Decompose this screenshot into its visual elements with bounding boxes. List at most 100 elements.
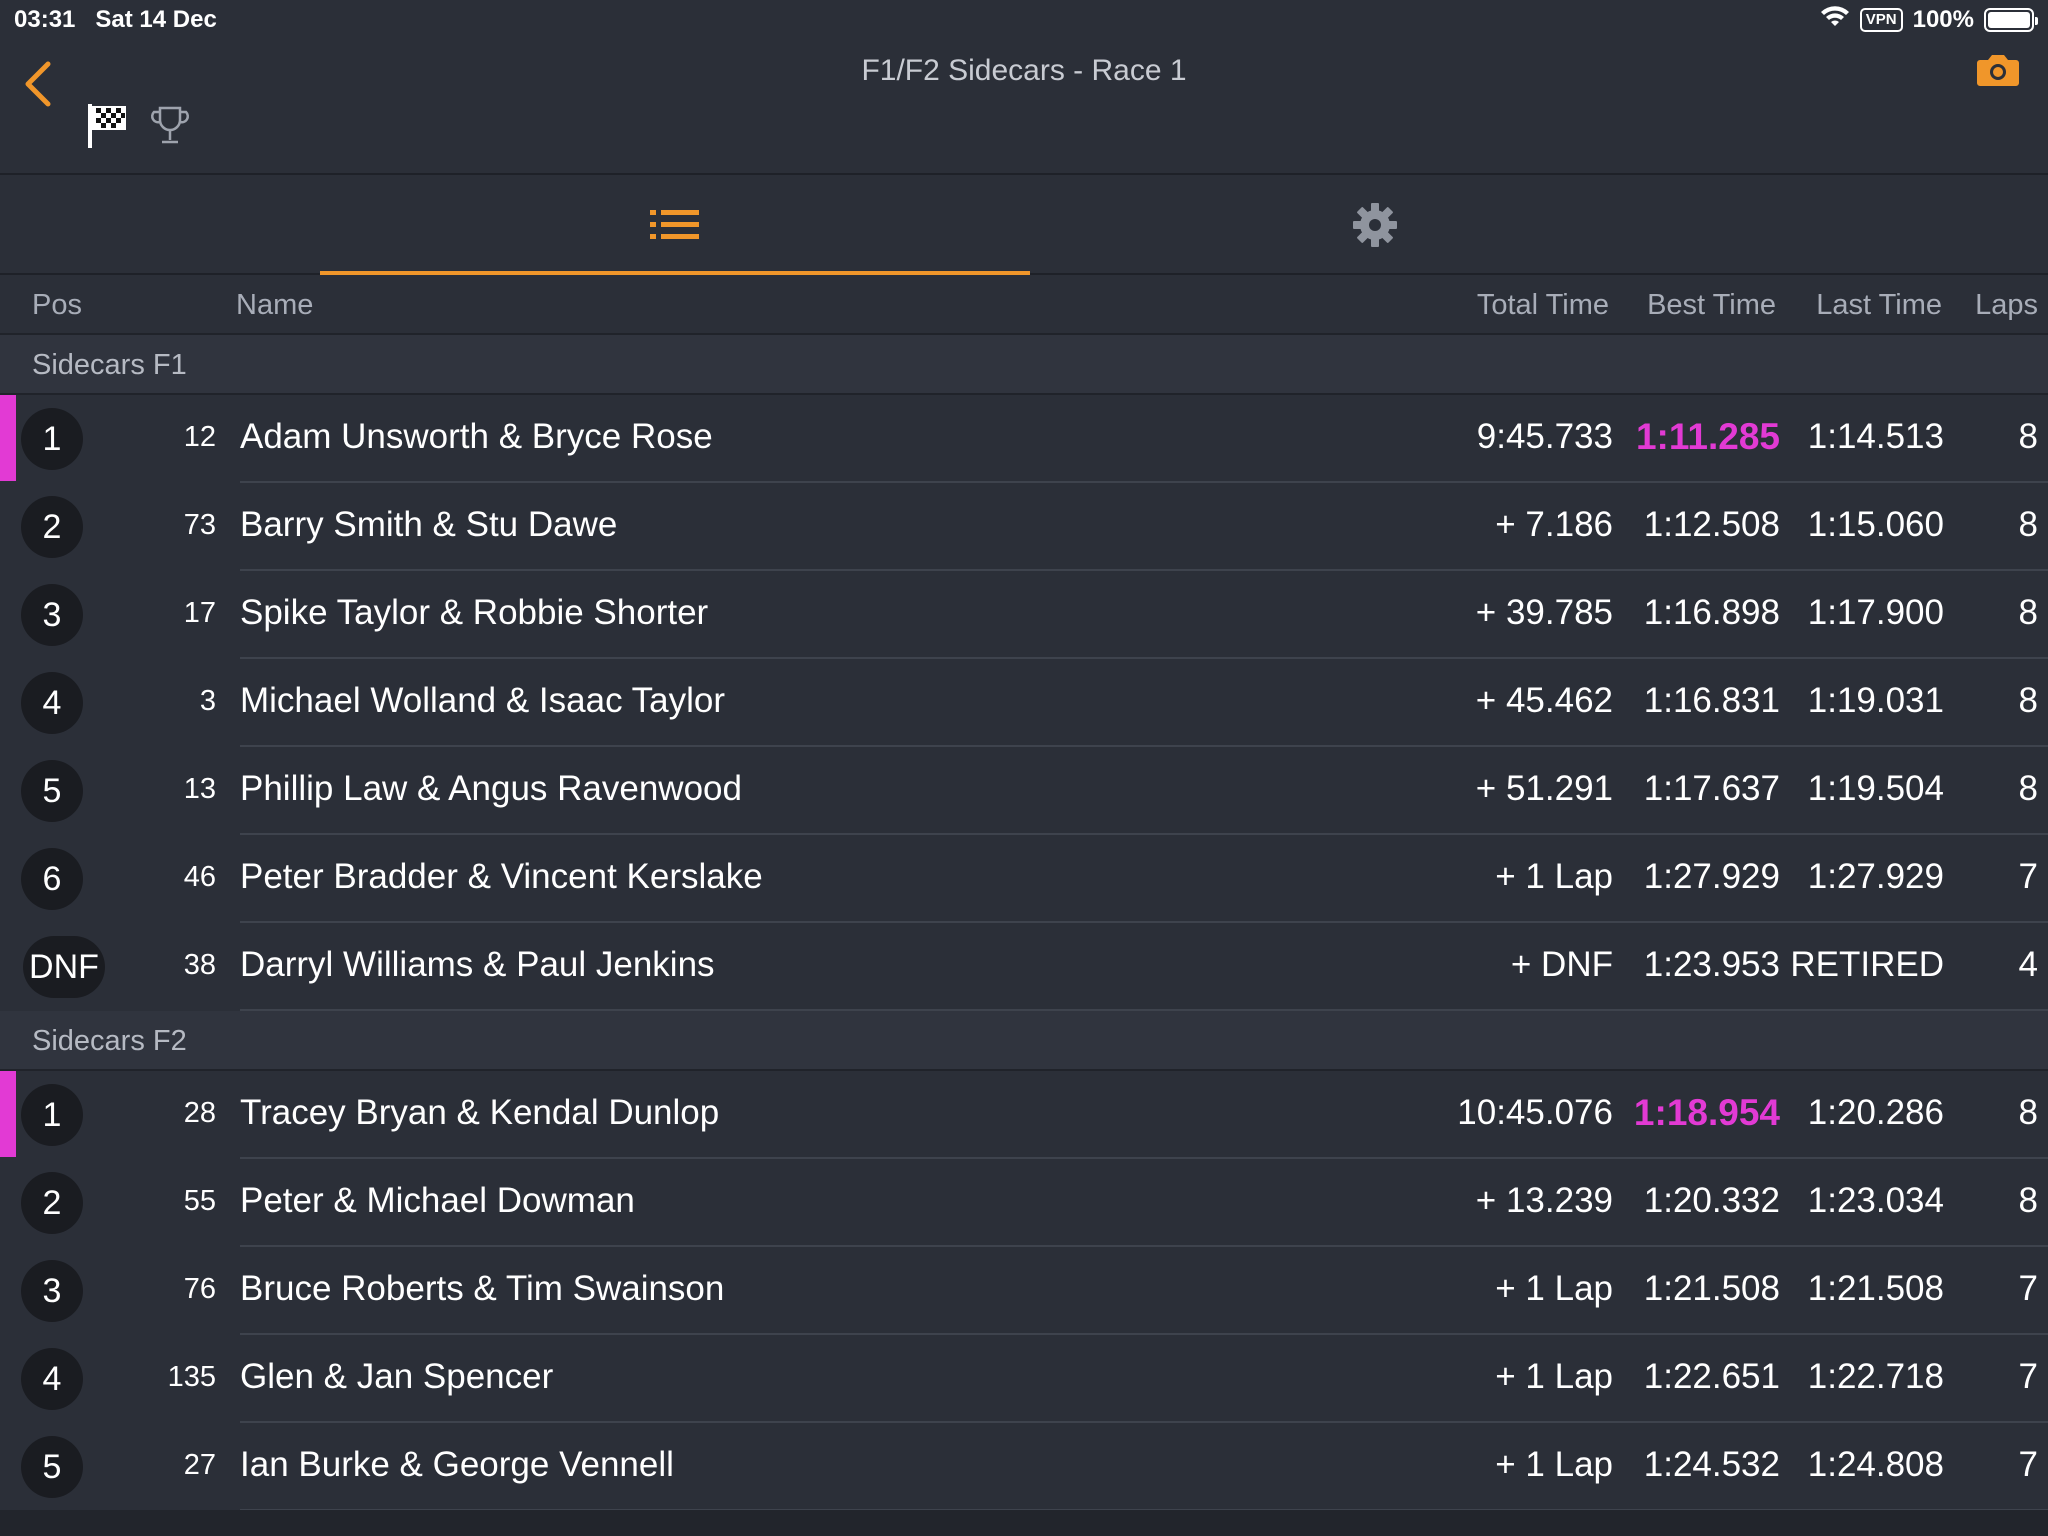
table-row[interactable]: 5 27 Ian Burke & George Vennell + 1 Lap 1:24… — [0, 1423, 2048, 1511]
rider-names: Spike Taylor & Robbie Shorter — [240, 593, 709, 632]
race-number: 46 — [183, 861, 216, 893]
list-icon — [650, 210, 699, 239]
rider-names: Michael Wolland & Isaac Taylor — [240, 681, 726, 720]
checkered-flag-icon[interactable] — [86, 102, 130, 155]
best-time: 1:12.508 — [1643, 505, 1780, 544]
position-badge: DNF — [23, 936, 105, 998]
rider-names: Bruce Roberts & Tim Swainson — [240, 1269, 725, 1308]
battery-percent: 100% — [1912, 5, 1974, 33]
rider-names: Darryl Williams & Paul Jenkins — [240, 945, 715, 984]
position-badge: 4 — [21, 672, 83, 734]
total-time: + DNF — [1510, 945, 1613, 984]
date: Sat 14 Dec — [95, 6, 217, 33]
last-time: 1:21.508 — [1807, 1269, 1944, 1308]
position-badge: 3 — [21, 1260, 83, 1322]
col-last-time: Last Time — [1816, 289, 1942, 321]
laps-count: 8 — [2018, 593, 2038, 632]
laps-count: 8 — [2018, 505, 2038, 544]
rider-names: Glen & Jan Spencer — [240, 1357, 554, 1396]
trophy-icon[interactable] — [150, 104, 190, 153]
best-time: 1:22.651 — [1643, 1357, 1780, 1396]
laps-count: 7 — [2018, 857, 2038, 896]
total-time: + 1 Lap — [1495, 857, 1613, 896]
table-row[interactable]: 4 135 Glen & Jan Spencer + 1 Lap 1:22.651 1:2… — [0, 1335, 2048, 1423]
race-number: 17 — [183, 597, 216, 629]
table-row[interactable]: DNF 38 Darryl Williams & Paul Jenkins + DNF… — [0, 923, 2048, 1011]
table-row[interactable]: 3 17 Spike Taylor & Robbie Shorter + 39.785… — [0, 571, 2048, 659]
total-time: + 1 Lap — [1495, 1357, 1613, 1396]
rider-names: Peter Bradder & Vincent Kerslake — [240, 857, 763, 896]
status-bar: 03:31 Sat 14 Dec VPN 100% — [0, 0, 2048, 40]
total-time: + 1 Lap — [1495, 1269, 1613, 1308]
total-time: + 7.186 — [1495, 505, 1613, 544]
race-number: 28 — [183, 1097, 216, 1129]
laps-count: 8 — [2018, 1093, 2038, 1132]
total-time: + 1 Lap — [1495, 1445, 1613, 1484]
last-time: 1:19.031 — [1807, 681, 1944, 720]
table-header: Pos Name Total Time Best Time Last Time … — [0, 275, 2048, 335]
tab-results-list[interactable] — [320, 175, 1030, 275]
results-table: Pos Name Total Time Best Time Last Time … — [0, 275, 2048, 1511]
last-time: 1:22.718 — [1807, 1357, 1944, 1396]
table-row[interactable]: 2 73 Barry Smith & Stu Dawe + 7.186 1:12.508… — [0, 483, 2048, 571]
col-pos: Pos — [32, 289, 82, 321]
gear-icon — [1353, 203, 1397, 247]
table-row[interactable]: 5 13 Phillip Law & Angus Ravenwood + 51.291… — [0, 747, 2048, 835]
class-leader-marker — [0, 1071, 16, 1157]
table-row[interactable]: 1 12 Adam Unsworth & Bryce Rose 9:45.733 1:1… — [0, 395, 2048, 483]
best-time: 1:23.953 — [1643, 945, 1780, 984]
laps-count: 7 — [2018, 1269, 2038, 1308]
col-best-time: Best Time — [1647, 289, 1776, 321]
page-title: F1/F2 Sidecars - Race 1 — [861, 54, 1187, 87]
position-badge: 5 — [21, 1436, 83, 1498]
laps-count: 4 — [2018, 945, 2038, 984]
last-time: 1:15.060 — [1807, 505, 1944, 544]
best-time: 1:18.954 — [1633, 1092, 1780, 1133]
best-time: 1:20.332 — [1643, 1181, 1780, 1220]
position-badge: 4 — [21, 1348, 83, 1410]
table-row[interactable]: 3 76 Bruce Roberts & Tim Swainson + 1 Lap 1:… — [0, 1247, 2048, 1335]
table-row[interactable]: 4 3 Michael Wolland & Isaac Taylor + 45.462… — [0, 659, 2048, 747]
best-time: 1:16.831 — [1643, 681, 1780, 720]
race-number: 38 — [183, 949, 216, 981]
best-time: 1:21.508 — [1643, 1269, 1780, 1308]
tab-settings[interactable] — [1090, 175, 1660, 275]
rider-names: Ian Burke & George Vennell — [240, 1445, 674, 1484]
race-number: 13 — [183, 773, 216, 805]
table-row[interactable]: 2 55 Peter & Michael Dowman + 13.239 1:20.33… — [0, 1159, 2048, 1247]
position-badge: 3 — [21, 584, 83, 646]
position-badge: 2 — [21, 496, 83, 558]
race-number: 27 — [183, 1449, 216, 1481]
camera-button[interactable] — [1976, 52, 2020, 93]
table-row[interactable]: 1 28 Tracey Bryan & Kendal Dunlop 10:45.076… — [0, 1071, 2048, 1159]
laps-count: 8 — [2018, 769, 2038, 808]
rider-names: Peter & Michael Dowman — [240, 1181, 635, 1220]
status-time: 03:31 Sat 14 Dec — [14, 6, 217, 34]
col-laps: Laps — [1975, 289, 2038, 321]
best-time: 1:16.898 — [1643, 593, 1780, 632]
best-time: 1:11.285 — [1635, 416, 1780, 457]
group-header: Sidecars F1 — [0, 335, 2048, 395]
rider-names: Tracey Bryan & Kendal Dunlop — [240, 1093, 720, 1132]
col-total-time: Total Time — [1476, 289, 1609, 321]
total-time: + 39.785 — [1475, 593, 1613, 632]
position-badge: 1 — [21, 1084, 83, 1146]
total-time: + 45.462 — [1475, 681, 1613, 720]
position-badge: 1 — [21, 408, 83, 470]
table-row[interactable]: 6 46 Peter Bradder & Vincent Kerslake + 1 L… — [0, 835, 2048, 923]
race-number: 76 — [183, 1273, 216, 1305]
bottom-edge — [0, 1510, 2048, 1536]
position-badge: 2 — [21, 1172, 83, 1234]
laps-count: 7 — [2018, 1357, 2038, 1396]
status-indicators: VPN 100% — [1820, 4, 2038, 35]
laps-count: 8 — [2018, 1181, 2038, 1220]
camera-icon — [1977, 55, 2019, 86]
wifi-icon — [1820, 4, 1850, 35]
total-time: + 13.239 — [1475, 1181, 1613, 1220]
race-number: 73 — [183, 509, 216, 541]
last-time: 1:20.286 — [1807, 1093, 1944, 1132]
nav-bar: F1/F2 Sidecars - Race 1 — [0, 40, 2048, 175]
best-time: 1:27.929 — [1643, 857, 1780, 896]
total-time: + 51.291 — [1475, 769, 1613, 808]
clock: 03:31 — [14, 6, 76, 33]
